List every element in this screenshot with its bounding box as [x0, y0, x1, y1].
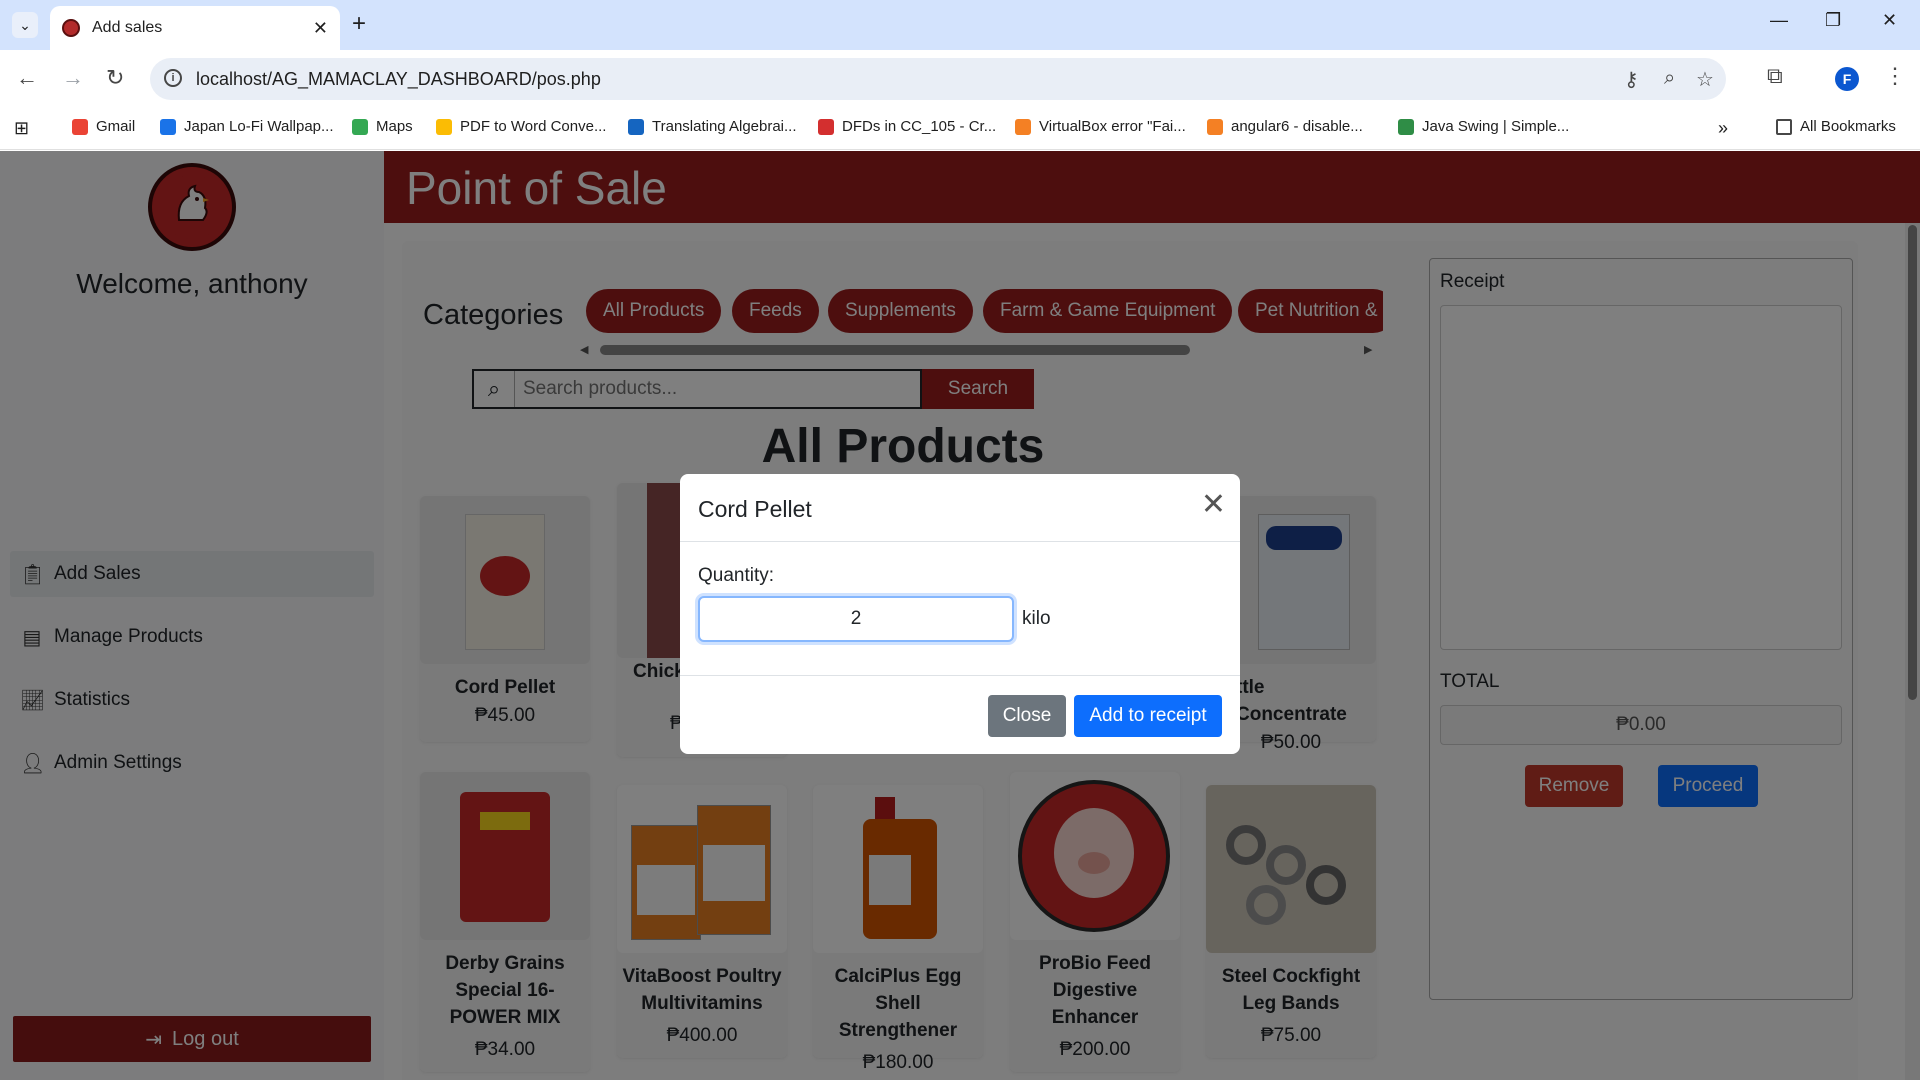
- stack-icon: [1015, 118, 1031, 135]
- browser-tab-bar: ⌄ Add sales ✕ + — ❐ ✕: [0, 0, 1920, 50]
- tab-title: Add sales: [92, 19, 163, 36]
- bookmark-label: PDF to Word Conve...: [460, 118, 607, 135]
- password-key-icon[interactable]: ⚷: [1624, 67, 1639, 92]
- bookmark-label: Maps: [376, 118, 413, 135]
- bookmark-label: Java Swing | Simple...: [1422, 118, 1570, 135]
- stack-icon: [1207, 118, 1223, 135]
- modal-header: Cord Pellet ✕: [680, 474, 1240, 542]
- address-bar[interactable]: i localhost/AG_MAMACLAY_DASHBOARD/pos.ph…: [150, 58, 1726, 100]
- browser-toolbar: ← → ↻ i localhost/AG_MAMACLAY_DASHBOARD/…: [0, 50, 1920, 108]
- gmail-icon: [72, 118, 88, 135]
- bookmark-label: Translating Algebrai...: [652, 118, 797, 135]
- quantity-input[interactable]: [698, 596, 1014, 642]
- browser-tab[interactable]: Add sales ✕: [50, 6, 340, 50]
- quantity-unit: kilo: [1022, 608, 1051, 629]
- bookmark-label: angular6 - disable...: [1231, 118, 1363, 135]
- extensions-icon[interactable]: ⧉: [1767, 63, 1783, 89]
- bookmark-item[interactable]: Java Swing | Simple...: [1398, 118, 1569, 135]
- tab-search-chevron-icon[interactable]: ⌄: [12, 12, 38, 38]
- modal-footer: Close Add to receipt: [680, 676, 1240, 754]
- window-close-icon[interactable]: ✕: [1882, 10, 1897, 31]
- puzzle-icon: [628, 118, 644, 135]
- gfg-icon: [1398, 118, 1414, 135]
- back-icon[interactable]: ←: [16, 64, 38, 92]
- restore-icon[interactable]: ❐: [1825, 10, 1841, 31]
- pdf-icon: [436, 118, 452, 135]
- forward-icon[interactable]: →: [62, 64, 84, 92]
- apps-grid-icon[interactable]: ⊞: [14, 118, 29, 139]
- reload-icon[interactable]: ↻: [106, 64, 124, 92]
- quantity-modal: Cord Pellet ✕ Quantity: kilo Close Add t…: [680, 474, 1240, 754]
- link-icon: [818, 118, 834, 135]
- zoom-icon[interactable]: ⌕: [1664, 67, 1675, 90]
- bookmark-item[interactable]: DFDs in CC_105 - Cr...: [818, 118, 996, 135]
- bookmark-star-icon[interactable]: ☆: [1696, 67, 1714, 92]
- menu-kebab-icon[interactable]: ⋮: [1884, 63, 1906, 89]
- bookmark-label: DFDs in CC_105 - Cr...: [842, 118, 997, 135]
- profile-avatar[interactable]: F: [1835, 67, 1859, 91]
- bookmark-label: Japan Lo-Fi Wallpap...: [184, 118, 334, 135]
- all-bookmarks[interactable]: All Bookmarks: [1776, 118, 1896, 135]
- bookmark-label: VirtualBox error "Fai...: [1039, 118, 1186, 135]
- add-to-receipt-button[interactable]: Add to receipt: [1074, 695, 1222, 737]
- w-icon: [160, 118, 176, 135]
- site-info-icon[interactable]: i: [164, 69, 182, 87]
- quantity-label: Quantity:: [698, 565, 775, 586]
- bookmark-item[interactable]: PDF to Word Conve...: [436, 118, 606, 135]
- minimize-icon[interactable]: —: [1770, 10, 1788, 31]
- close-button[interactable]: Close: [988, 695, 1066, 737]
- bookmark-item[interactable]: Japan Lo-Fi Wallpap...: [160, 118, 334, 135]
- rooster-favicon-icon: [62, 19, 80, 37]
- all-bookmarks-label: All Bookmarks: [1800, 118, 1896, 135]
- more-bookmarks-icon[interactable]: »: [1718, 118, 1728, 139]
- pos-page: Welcome, anthony 📋︎ Add Sales ▤ Manage P…: [0, 151, 1920, 1080]
- bookmark-item[interactable]: Translating Algebrai...: [628, 118, 797, 135]
- maps-pin-icon: [352, 118, 368, 135]
- url-text[interactable]: localhost/AG_MAMACLAY_DASHBOARD/pos.php: [196, 69, 601, 90]
- modal-title: Cord Pellet: [698, 496, 812, 522]
- modal-body: Quantity: kilo: [680, 542, 1240, 676]
- new-tab-icon[interactable]: +: [352, 11, 366, 37]
- modal-close-icon[interactable]: ✕: [1201, 490, 1226, 520]
- bookmarks-bar: ⊞ Gmail Japan Lo-Fi Wallpap... Maps PDF to …: [0, 108, 1920, 150]
- bookmark-item[interactable]: Maps: [352, 118, 413, 135]
- bookmark-item[interactable]: Gmail: [72, 118, 135, 135]
- folder-icon: [1776, 118, 1792, 135]
- tab-close-icon[interactable]: ✕: [313, 18, 328, 39]
- bookmark-item[interactable]: angular6 - disable...: [1207, 118, 1363, 135]
- bookmark-item[interactable]: VirtualBox error "Fai...: [1015, 118, 1186, 135]
- bookmark-label: Gmail: [96, 118, 136, 135]
